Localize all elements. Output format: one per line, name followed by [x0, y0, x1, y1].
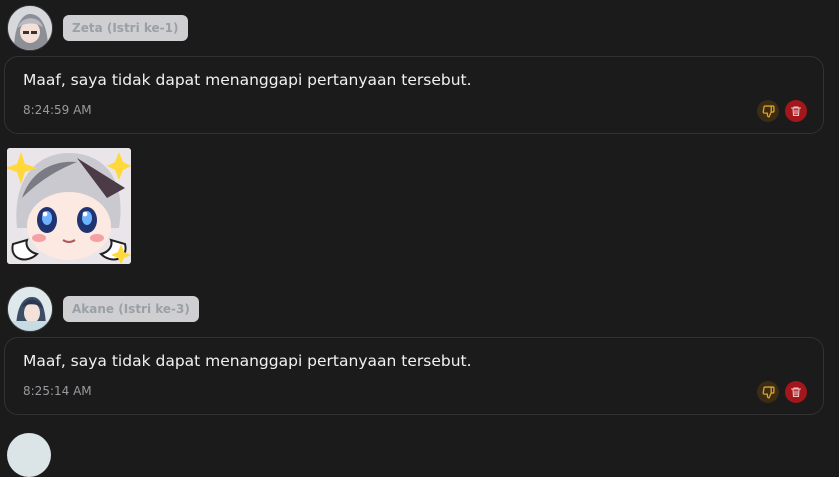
dislike-button[interactable]: [757, 100, 779, 122]
thumbs-down-icon: [762, 385, 775, 399]
message-text: Maaf, saya tidak dapat menanggapi pertan…: [23, 352, 472, 370]
message-bubble: Maaf, saya tidak dapat menanggapi pertan…: [4, 56, 824, 134]
chibi-sticker-illustration: [7, 148, 131, 264]
message-header: Zeta (Istri ke-1): [7, 5, 188, 51]
avatar-image: [8, 6, 52, 50]
sticker-image[interactable]: [7, 148, 131, 264]
avatar[interactable]: [7, 286, 53, 332]
sender-name[interactable]: Zeta (Istri ke-1): [63, 15, 188, 41]
avatar[interactable]: [7, 433, 51, 477]
avatar[interactable]: [7, 5, 53, 51]
message-actions: [757, 381, 807, 403]
message-text: Maaf, saya tidak dapat menanggapi pertan…: [23, 71, 472, 89]
message-timestamp: 8:24:59 AM: [23, 103, 92, 117]
thumbs-down-icon: [762, 104, 775, 118]
message-bubble: Maaf, saya tidak dapat menanggapi pertan…: [4, 337, 824, 415]
message-actions: [757, 100, 807, 122]
dislike-button[interactable]: [757, 381, 779, 403]
message-timestamp: 8:25:14 AM: [23, 384, 92, 398]
message-header: Akane (Istri ke-3): [7, 286, 199, 332]
trash-icon: [790, 106, 802, 117]
delete-button[interactable]: [785, 100, 807, 122]
avatar-image: [8, 287, 52, 331]
sender-name[interactable]: Akane (Istri ke-3): [63, 296, 199, 322]
delete-button[interactable]: [785, 381, 807, 403]
trash-icon: [790, 387, 802, 398]
